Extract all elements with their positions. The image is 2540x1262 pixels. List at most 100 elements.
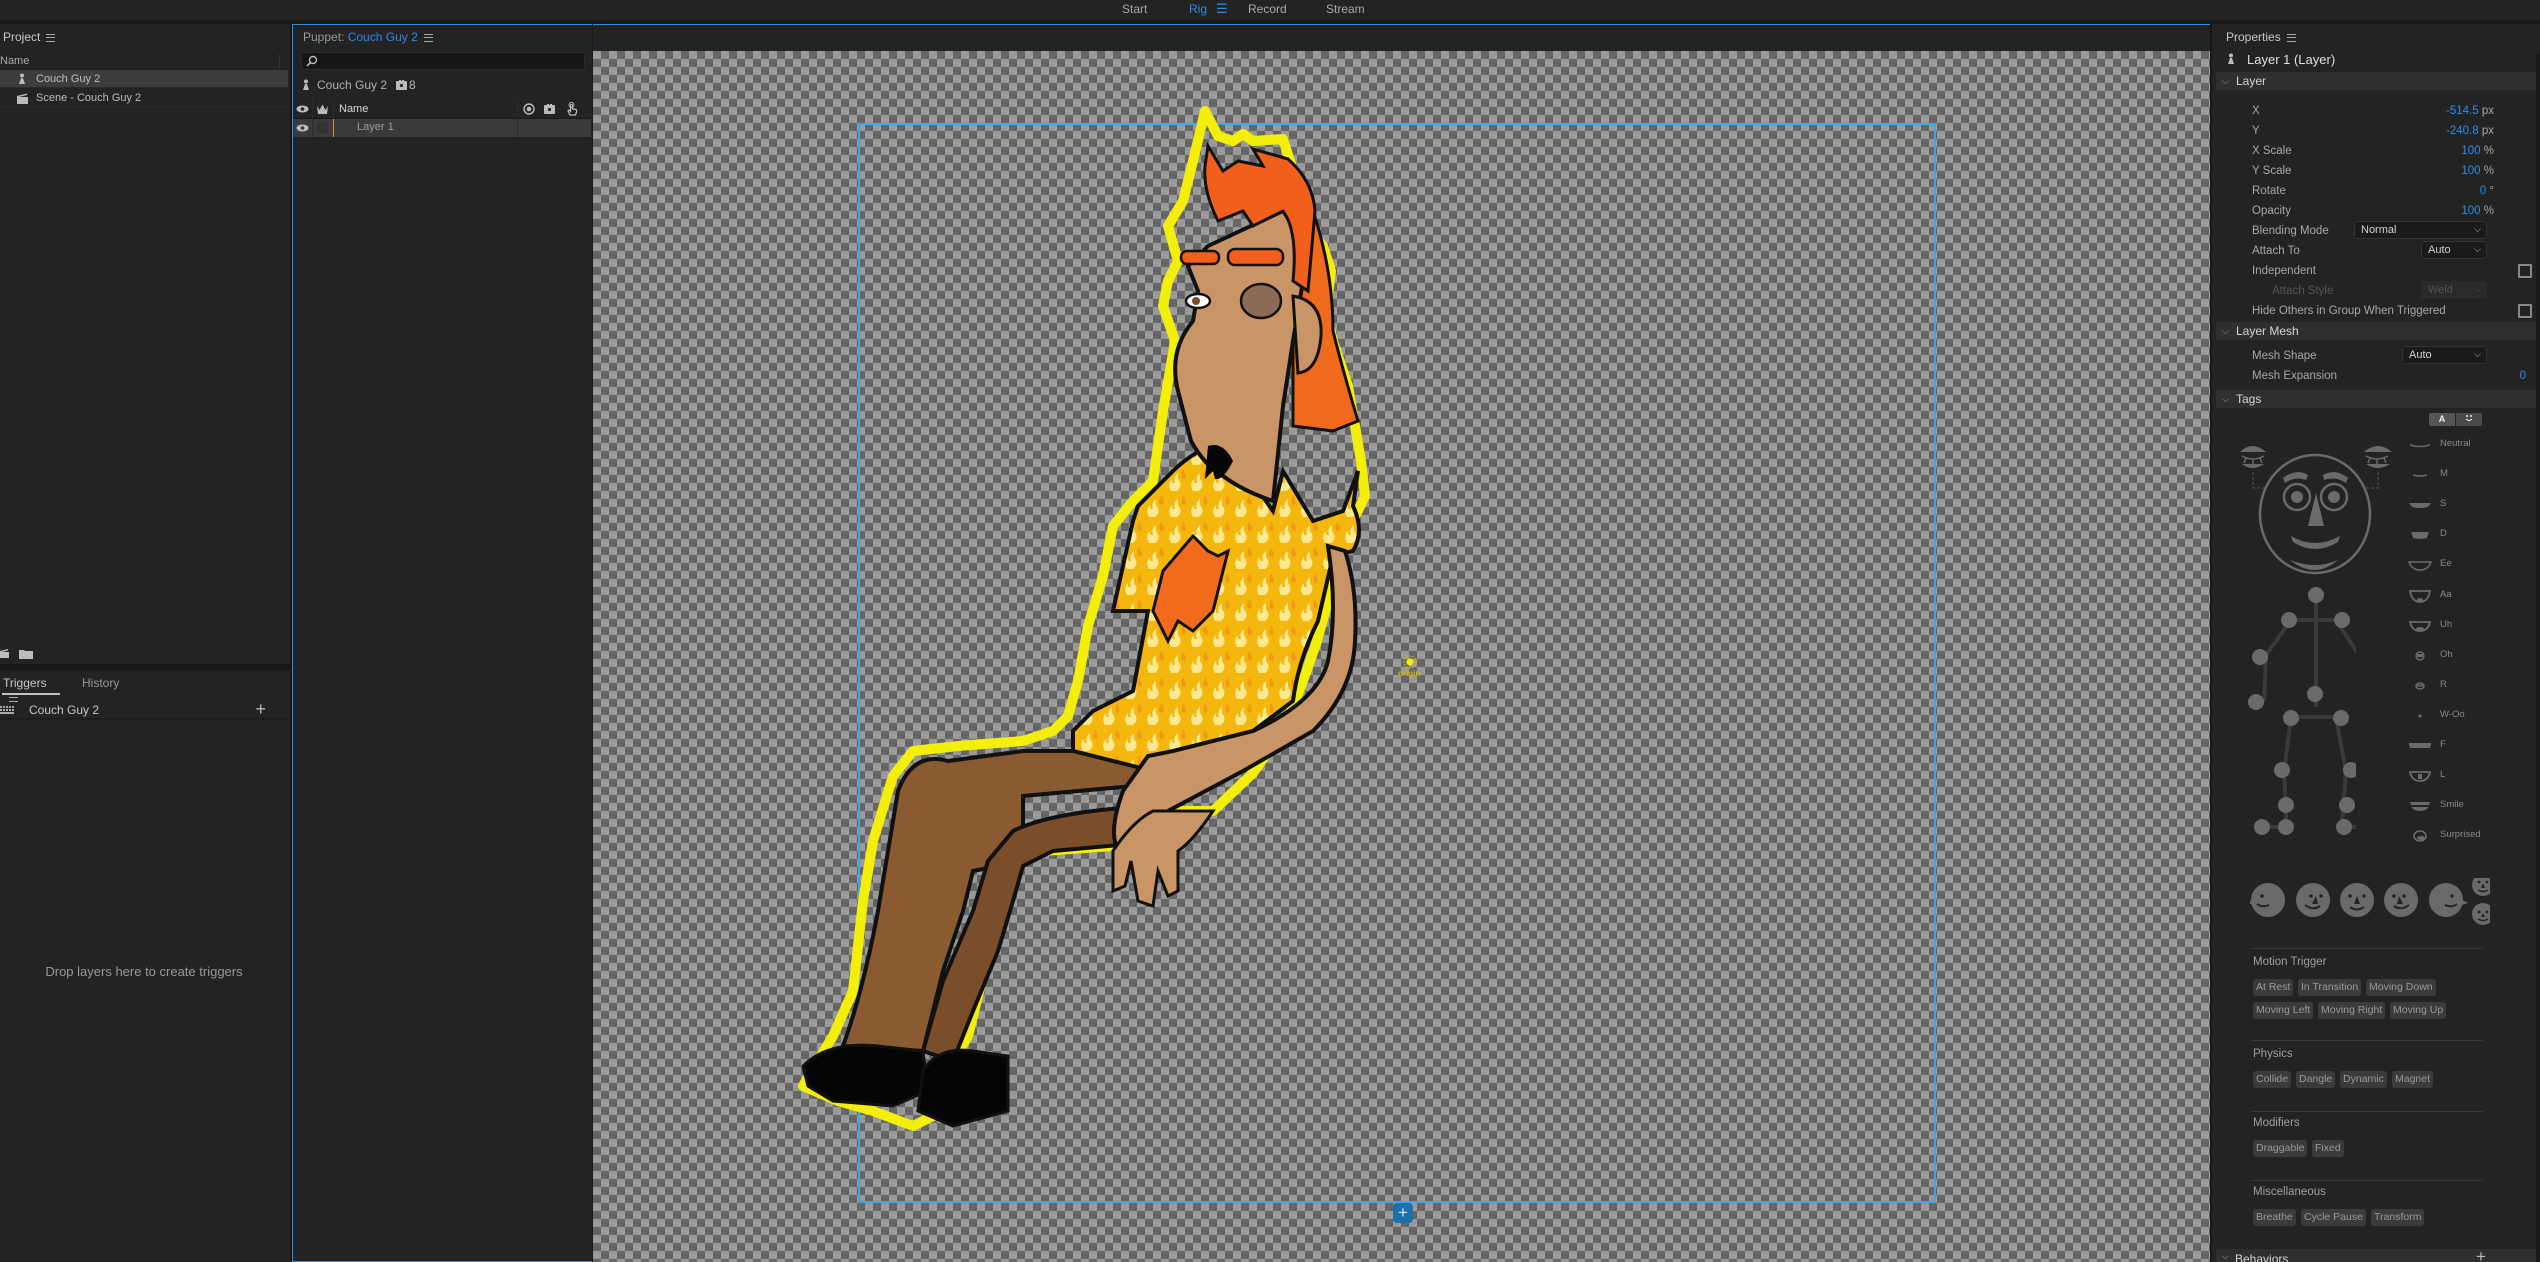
viseme-tag-r[interactable]: R (2406, 679, 2506, 693)
prop-y-value[interactable]: -240.8 px (2446, 122, 2494, 140)
joint-toe-left-tag[interactable] (2278, 819, 2294, 835)
tag-chip-breathe[interactable]: Breathe (2253, 1209, 2296, 1226)
prop-x-value[interactable]: -514.5 px (2446, 102, 2494, 120)
viseme-tag-oh[interactable]: Oh (2406, 649, 2506, 663)
head-profile-right-tag[interactable] (2429, 883, 2468, 917)
tag-chip-transform[interactable]: Transform (2371, 1209, 2425, 1226)
joint-toe-right-tag[interactable] (2336, 819, 2352, 835)
tag-chip-fixed[interactable]: Fixed (2312, 1140, 2344, 1157)
layer-origin-toggle[interactable] (317, 122, 328, 133)
section-behaviors[interactable]: ⌵ Behaviors + (2216, 1247, 2538, 1262)
prop-rotate-value[interactable]: 0 ° (2480, 182, 2494, 200)
add-handle-button[interactable]: + (1393, 1203, 1413, 1223)
project-column-header[interactable]: Name (0, 52, 290, 70)
joint-hip-right-tag[interactable] (2333, 710, 2349, 726)
blending-mode-dropdown[interactable]: Normal ⌵ (2354, 221, 2487, 239)
viseme-tag-s[interactable]: S (2406, 498, 2506, 512)
joint-ankle-right-tag[interactable] (2339, 797, 2355, 813)
eyelid-bottom-right-tag[interactable] (2366, 464, 2390, 468)
tag-chip-dangle[interactable]: Dangle (2296, 1071, 2336, 1088)
add-trigger-button[interactable]: + (255, 699, 266, 720)
viseme-tag-uh[interactable]: Uh (2406, 619, 2506, 633)
tag-chip-at-rest[interactable]: At Rest (2253, 979, 2294, 996)
new-scene-icon[interactable] (0, 648, 10, 658)
tag-chip-cycle-pause[interactable]: Cycle Pause (2301, 1209, 2366, 1226)
viseme-tag-neutral[interactable]: Neutral (2406, 438, 2506, 452)
origin-handle[interactable]: origin (1390, 655, 1430, 685)
viseme-tag-smile[interactable]: Smile (2406, 799, 2506, 813)
add-behavior-button[interactable]: + (2476, 1247, 2486, 1262)
rig-canvas[interactable]: origin + (593, 51, 2210, 1262)
tag-target-icon[interactable] (523, 103, 535, 115)
joint-wrist-left-tag[interactable] (2248, 694, 2264, 710)
head-left-quarter-tag[interactable] (2296, 883, 2330, 917)
viseme-tag-surprised[interactable]: Surprised (2406, 829, 2506, 843)
tag-chip-moving-left[interactable]: Moving Left (2253, 1002, 2314, 1019)
mesh-expansion-value[interactable]: 0 (2520, 367, 2526, 385)
joint-waist-tag[interactable] (2307, 686, 2323, 702)
mesh-shape-dropdown[interactable]: Auto ⌵ (2402, 346, 2487, 364)
hide-others-checkbox[interactable] (2518, 304, 2532, 318)
eyelid-top-right-tag[interactable] (2364, 446, 2392, 452)
project-item-scene[interactable]: Scene - Couch Guy 2 (0, 89, 288, 107)
eyebrow-right-tag[interactable] (2323, 472, 2348, 483)
workspace-tab-stream[interactable]: Stream (1326, 2, 1365, 16)
head-down-tag[interactable] (2472, 903, 2490, 925)
workspace-tab-start[interactable]: Start (1122, 2, 1147, 16)
pupil-right-tag[interactable] (2328, 491, 2340, 503)
panel-menu-icon[interactable] (2286, 33, 2296, 42)
prop-y-scale-value[interactable]: 100 % (2461, 162, 2494, 180)
workspace-tab-record[interactable]: Record (1248, 2, 1287, 16)
joint-neck-tag[interactable] (2308, 587, 2324, 603)
face-tag-diagram[interactable] (2238, 438, 2398, 588)
attach-to-dropdown[interactable]: Auto ⌵ (2421, 241, 2487, 259)
mouth-tag[interactable] (2291, 536, 2340, 549)
tab-history[interactable]: History (82, 676, 119, 690)
panel-menu-icon[interactable] (423, 33, 433, 42)
new-folder-icon[interactable] (19, 648, 33, 659)
pupil-left-tag[interactable] (2291, 491, 2303, 503)
jaw-tag[interactable] (2290, 560, 2338, 570)
tag-chip-moving-down[interactable]: Moving Down (2366, 979, 2436, 996)
tag-view-text-button[interactable]: A (2429, 413, 2455, 426)
tag-chip-dynamic[interactable]: Dynamic (2340, 1071, 2387, 1088)
touch-hand-icon[interactable] (566, 102, 578, 116)
layer-row[interactable]: Layer 1 (293, 119, 591, 137)
eyebrow-left-tag[interactable] (2283, 472, 2308, 483)
tag-chip-magnet[interactable]: Magnet (2392, 1071, 2434, 1088)
behaviors-icon[interactable] (544, 104, 555, 114)
properties-scrollbar[interactable] (2536, 54, 2540, 1262)
visibility-eye-icon[interactable] (296, 124, 309, 132)
trigger-puppet-row[interactable]: Couch Guy 2 + (0, 699, 288, 720)
tag-chip-moving-up[interactable]: Moving Up (2390, 1002, 2447, 1019)
joint-ankle-left-tag[interactable] (2278, 797, 2294, 813)
body-tag-diagram[interactable] (2246, 585, 2356, 840)
tag-chip-moving-right[interactable]: Moving Right (2318, 1002, 2386, 1019)
prop-opacity-value[interactable]: 100 % (2461, 202, 2494, 220)
joint-knee-left-tag[interactable] (2274, 762, 2290, 778)
independent-checkbox[interactable] (2518, 264, 2532, 278)
visibility-eye-icon[interactable] (296, 105, 309, 113)
viseme-tag-f[interactable]: F (2406, 739, 2506, 753)
tag-chip-in-transition[interactable]: In Transition (2298, 979, 2362, 996)
viseme-tag-m[interactable]: M (2406, 468, 2506, 482)
joint-hip-left-tag[interactable] (2283, 710, 2299, 726)
layer-name-column[interactable]: Name (339, 99, 368, 119)
viseme-tag-l[interactable]: L (2406, 769, 2506, 783)
section-layer[interactable]: ⌵ Layer (2216, 72, 2538, 90)
joint-heel-left-tag[interactable] (2254, 819, 2270, 835)
head-profile-left-tag[interactable] (2250, 883, 2285, 917)
workspace-tab-rig[interactable]: Rig (1189, 2, 1207, 16)
crown-icon[interactable] (317, 104, 328, 114)
panel-menu-icon[interactable] (46, 33, 56, 42)
tag-view-face-button[interactable] (2456, 413, 2482, 426)
viseme-tag-w-oo[interactable]: W-Oo (2406, 709, 2506, 723)
project-item-puppet[interactable]: Couch Guy 2 (0, 70, 288, 88)
eyelid-top-left-tag[interactable] (2240, 446, 2266, 452)
joint-shoulder-right-tag[interactable] (2334, 612, 2350, 628)
prop-x-scale-value[interactable]: 100 % (2461, 142, 2494, 160)
section-layer-mesh[interactable]: ⌵ Layer Mesh (2216, 322, 2538, 340)
tag-chip-collide[interactable]: Collide (2253, 1071, 2292, 1088)
viseme-tag-aa[interactable]: Aa (2406, 589, 2506, 603)
workspace-menu-icon[interactable]: ☰ (1216, 1, 1228, 17)
